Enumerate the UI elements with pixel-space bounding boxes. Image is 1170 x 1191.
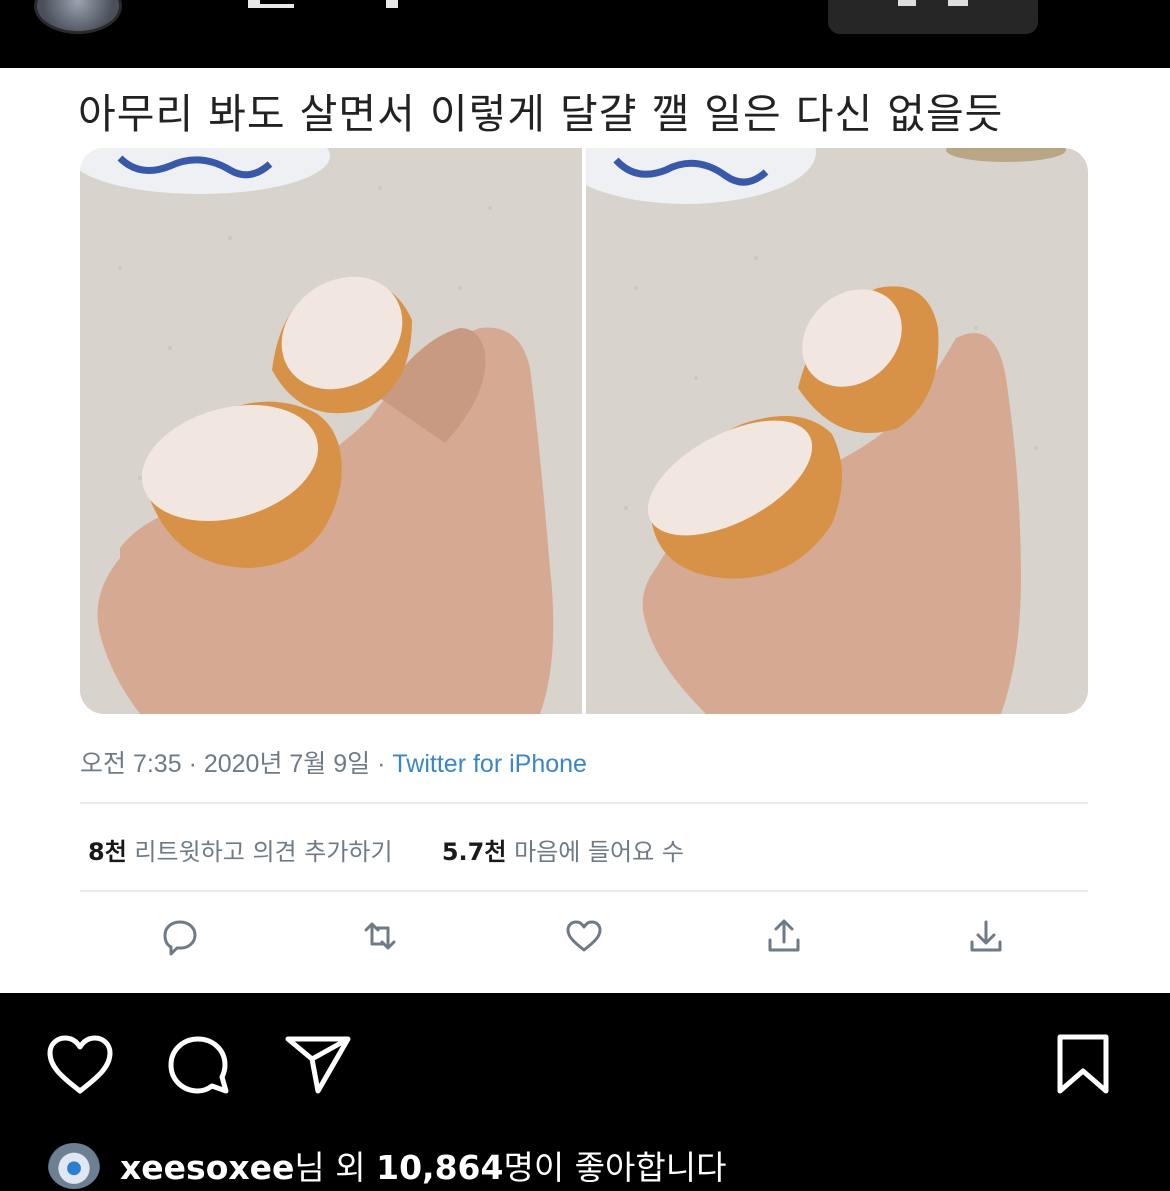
divider (80, 890, 1088, 892)
tweet-text: 아무리 봐도 살면서 이렇게 달걀 깰 일은 다신 없을듯 (78, 90, 1004, 138)
download-icon[interactable] (964, 914, 1008, 958)
like-icon[interactable] (562, 914, 606, 958)
meta-separator: · (188, 750, 197, 778)
bookmark-icon[interactable] (1054, 1033, 1112, 1095)
heart-icon[interactable] (44, 1033, 116, 1097)
liker-avatar[interactable] (48, 1143, 100, 1189)
eggshell-photo-right[interactable] (586, 148, 1088, 714)
meta-separator: · (377, 750, 386, 778)
like-label[interactable]: 마음에 들어요 수 (514, 838, 684, 866)
follow-button-cropped[interactable] (828, 0, 1038, 34)
tweet-stats: 8천 리트윗하고 의견 추가하기 5.7천 마음에 들어요 수 (88, 832, 684, 867)
instagram-post-header (0, 0, 1170, 68)
likes-mid-text: 님 외 (294, 1148, 377, 1187)
reply-icon[interactable] (158, 914, 202, 958)
author-username-cropped[interactable] (248, 0, 398, 10)
eggshell-photo-left[interactable] (80, 148, 582, 714)
likes-count[interactable]: 10,864 (376, 1148, 503, 1187)
instagram-action-bar: xeesoxee님 외 10,864명이 좋아합니다 (0, 993, 1170, 1191)
author-avatar[interactable] (34, 0, 122, 34)
likes-text: xeesoxee님 외 10,864명이 좋아합니다 (120, 1141, 726, 1189)
retweet-label[interactable]: 리트윗하고 의견 추가하기 (134, 838, 392, 866)
comment-icon[interactable] (164, 1033, 234, 1097)
share-icon[interactable] (762, 914, 806, 958)
send-icon[interactable] (284, 1033, 354, 1095)
divider (80, 802, 1088, 804)
like-count[interactable]: 5.7천 (442, 838, 507, 866)
tweet-source-link[interactable]: Twitter for iPhone (392, 750, 587, 778)
likes-suffix-text: 명이 좋아합니다 (503, 1148, 727, 1187)
retweet-count[interactable]: 8천 (88, 838, 127, 866)
tweet-time: 오전 7:35 (80, 750, 182, 778)
tweet-photos (80, 148, 1088, 714)
tweet-screenshot: 아무리 봐도 살면서 이렇게 달걀 깰 일은 다신 없을듯 오전 7:35 · … (0, 68, 1170, 993)
retweet-icon[interactable] (358, 914, 402, 958)
liker-username[interactable]: xeesoxee (120, 1148, 294, 1187)
tweet-meta: 오전 7:35 · 2020년 7월 9일 · Twitter for iPho… (80, 744, 587, 780)
tweet-date: 2020년 7월 9일 (203, 750, 371, 778)
